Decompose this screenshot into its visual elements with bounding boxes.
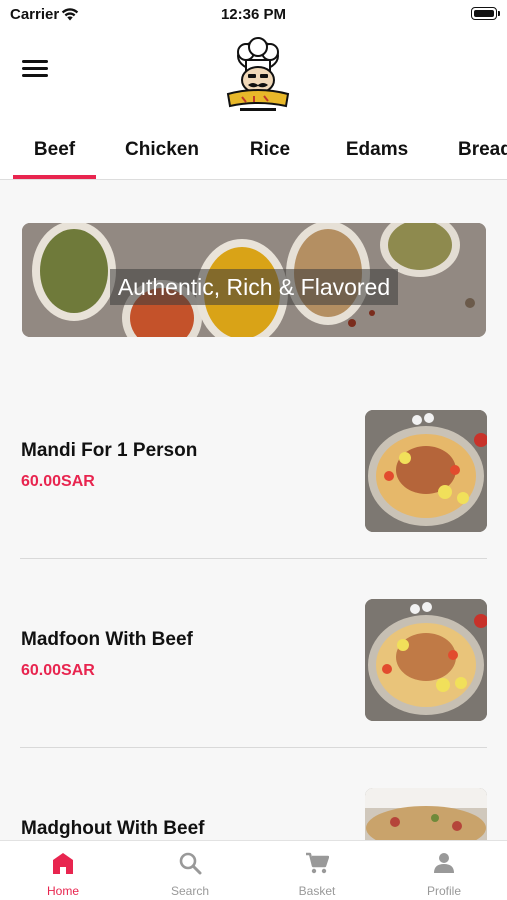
category-tabs: Beef Chicken Rice Edams Bread bbox=[0, 120, 507, 180]
product-item[interactable]: Madghout With Beef bbox=[0, 788, 507, 840]
bottom-navigation: Home Search Basket Profile bbox=[0, 840, 507, 900]
app-header bbox=[0, 30, 507, 120]
tab-rice[interactable]: Rice bbox=[230, 120, 310, 179]
product-item[interactable]: Mandi For 1 Person 60.00SAR bbox=[0, 410, 507, 560]
promo-banner[interactable]: Authentic, Rich & Flavored bbox=[22, 223, 486, 337]
divider bbox=[20, 747, 487, 748]
product-image bbox=[365, 788, 487, 840]
clock-label: 12:36 PM bbox=[220, 6, 287, 23]
nav-home[interactable]: Home bbox=[0, 841, 126, 900]
product-image bbox=[365, 599, 487, 721]
nav-home-label: Home bbox=[46, 884, 79, 898]
product-image bbox=[365, 410, 487, 532]
tab-beef[interactable]: Beef bbox=[13, 120, 96, 179]
tab-bread[interactable]: Bread bbox=[458, 120, 507, 179]
nav-profile-label: Profile bbox=[426, 884, 461, 898]
search-icon bbox=[179, 852, 202, 875]
nav-search-label: Search bbox=[170, 884, 210, 898]
tab-edams[interactable]: Edams bbox=[332, 120, 422, 179]
hamburger-menu-icon[interactable] bbox=[22, 60, 48, 82]
product-item[interactable]: Madfoon With Beef 60.00SAR bbox=[0, 599, 507, 749]
nav-profile[interactable]: Profile bbox=[381, 841, 507, 900]
banner-caption: Authentic, Rich & Flavored bbox=[110, 269, 398, 305]
home-icon bbox=[53, 853, 73, 874]
cart-icon bbox=[306, 852, 329, 874]
nav-basket-label: Basket bbox=[298, 884, 336, 898]
profile-icon bbox=[434, 853, 454, 873]
product-name: Madghout With Beef bbox=[21, 818, 205, 839]
product-name: Madfoon With Beef bbox=[21, 629, 193, 650]
battery-icon bbox=[471, 7, 500, 20]
product-price: 60.00SAR bbox=[21, 662, 95, 679]
nav-basket[interactable]: Basket bbox=[254, 841, 380, 900]
nav-search[interactable]: Search bbox=[127, 841, 253, 900]
chef-logo-icon bbox=[226, 37, 290, 111]
product-price: 60.00SAR bbox=[21, 473, 95, 490]
active-tab-indicator bbox=[13, 175, 96, 179]
tab-chicken[interactable]: Chicken bbox=[112, 120, 212, 179]
status-bar: Carrier 12:36 PM bbox=[0, 0, 507, 30]
divider bbox=[20, 558, 487, 559]
product-name: Mandi For 1 Person bbox=[21, 440, 198, 461]
